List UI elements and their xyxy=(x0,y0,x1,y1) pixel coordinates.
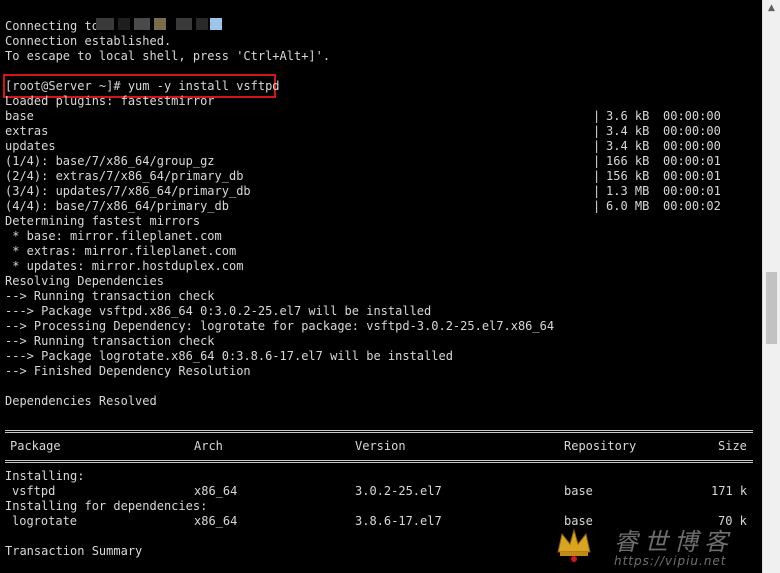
repo-size: 3.4 kB xyxy=(606,139,650,153)
repo-name: extras xyxy=(5,124,49,138)
crown-logo-icon xyxy=(557,528,591,562)
log-line: * updates: mirror.hostduplex.com xyxy=(5,259,244,273)
repo-name: base xyxy=(5,109,34,123)
log-line: ---> Package vsftpd.x86_64 0:3.0.2-25.el… xyxy=(5,304,432,318)
cell-package: logrotate xyxy=(12,514,78,528)
repo-name: (4/4): base/7/x86_64/primary_db xyxy=(5,199,229,213)
repo-name: (1/4): base/7/x86_64/group_gz xyxy=(5,154,215,168)
repo-time: 00:00:00 xyxy=(663,109,721,123)
repo-time: 00:00:01 xyxy=(663,169,721,183)
vertical-scrollbar[interactable]: ▲ xyxy=(762,0,780,573)
table-rule-top xyxy=(5,430,753,433)
log-line: --> Finished Dependency Resolution xyxy=(5,364,251,378)
cell-arch: x86_64 xyxy=(194,514,238,528)
loaded-plugins-line: Loaded plugins: fastestmirror xyxy=(5,94,215,108)
col-header-package: Package xyxy=(10,439,61,453)
connection-established-line: Connection established. xyxy=(5,34,172,48)
log-line: Resolving Dependencies xyxy=(5,274,164,288)
repo-size: 3.6 kB xyxy=(606,109,650,123)
repo-name: (2/4): extras/7/x86_64/primary_db xyxy=(5,169,244,183)
col-header-size: Size xyxy=(718,439,747,453)
log-line: --> Running transaction check xyxy=(5,289,215,303)
repo-time: 00:00:01 xyxy=(663,154,721,168)
separator-bar: | xyxy=(593,124,601,138)
separator-bar: | xyxy=(593,139,601,153)
repo-name: (3/4): updates/7/x86_64/primary_db xyxy=(5,184,251,198)
chevron-up-icon[interactable]: ▲ xyxy=(763,0,780,17)
repo-time: 00:00:00 xyxy=(663,139,721,153)
log-line: * extras: mirror.fileplanet.com xyxy=(5,244,237,258)
connecting-line: Connecting to xyxy=(5,19,99,33)
scrollbar-thumb[interactable] xyxy=(766,272,777,344)
col-header-repository: Repository xyxy=(564,439,637,453)
repo-name: updates xyxy=(5,139,56,153)
log-line: * base: mirror.fileplanet.com xyxy=(5,229,222,243)
escape-hint-line: To escape to local shell, press 'Ctrl+Al… xyxy=(5,49,331,63)
separator-bar: | xyxy=(593,154,601,168)
cell-version: 3.0.2-25.el7 xyxy=(355,484,442,498)
repo-size: 1.3 MB xyxy=(606,184,650,198)
cell-repository: base xyxy=(564,484,593,498)
repo-time: 00:00:01 xyxy=(663,184,721,198)
table-rule-bottom xyxy=(5,460,753,463)
cell-version: 3.8.6-17.el7 xyxy=(355,514,442,528)
col-header-version: Version xyxy=(355,439,406,453)
cell-package: vsftpd xyxy=(12,484,56,498)
repo-time: 00:00:00 xyxy=(663,124,721,138)
cell-size: 171 k xyxy=(711,484,748,498)
separator-bar: | xyxy=(593,169,601,183)
installing-deps-label: Installing for dependencies: xyxy=(5,499,208,513)
repo-size: 156 kB xyxy=(606,169,650,183)
watermark-text: 睿世博客 xyxy=(614,528,734,556)
cell-arch: x86_64 xyxy=(194,484,238,498)
separator-bar: | xyxy=(593,199,601,213)
watermark: 睿世博客 https://vipiu.net xyxy=(552,520,762,573)
repo-size: 6.0 MB xyxy=(606,199,650,213)
repo-size: 3.4 kB xyxy=(606,124,650,138)
watermark-url: https://vipiu.net xyxy=(614,554,727,568)
dependencies-resolved-line: Dependencies Resolved xyxy=(5,394,157,408)
separator-bar: | xyxy=(593,184,601,198)
masked-hostname xyxy=(96,18,222,30)
command-line: [root@Server ~]# yum -y install vsftpd xyxy=(5,79,280,93)
log-line: --> Running transaction check xyxy=(5,334,215,348)
separator-bar: | xyxy=(593,109,601,123)
installing-label: Installing: xyxy=(5,469,85,483)
log-line: Determining fastest mirrors xyxy=(5,214,201,228)
transaction-summary-line: Transaction Summary xyxy=(5,544,143,558)
log-line: --> Processing Dependency: logrotate for… xyxy=(5,319,555,333)
log-line: ---> Package logrotate.x86_64 0:3.8.6-17… xyxy=(5,349,453,363)
col-header-arch: Arch xyxy=(194,439,223,453)
terminal-output[interactable]: Connecting to Connection established. To… xyxy=(0,0,762,573)
repo-time: 00:00:02 xyxy=(663,199,721,213)
repo-size: 166 kB xyxy=(606,154,650,168)
